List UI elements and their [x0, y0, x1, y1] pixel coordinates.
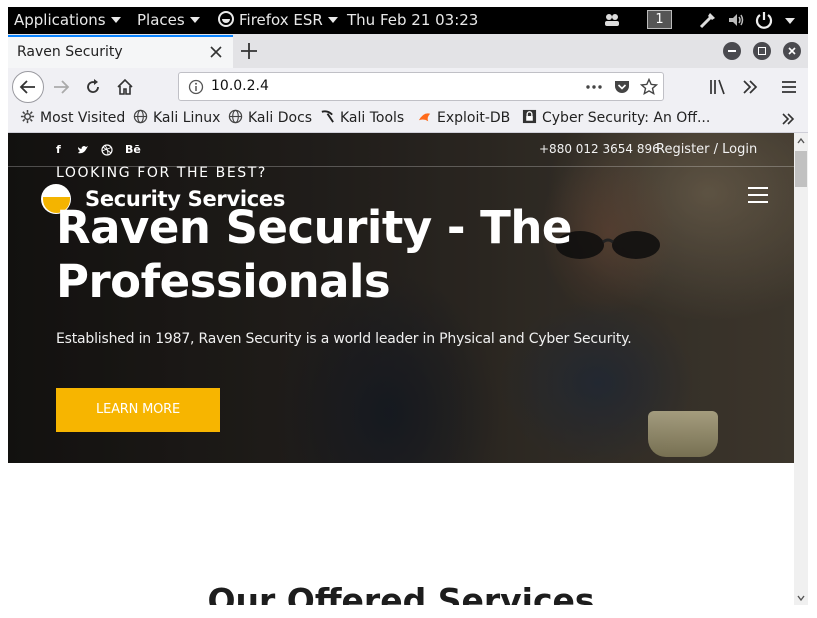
hero-kicker: LOOKING FOR THE BEST? — [56, 165, 267, 181]
browser-chrome: Raven Security 10.0.2.4 Most Visited Kal… — [8, 34, 808, 133]
network-icon[interactable] — [698, 10, 718, 30]
bookmark-label: Kali Linux — [153, 110, 221, 126]
back-icon — [19, 80, 35, 94]
bookmark-kali-linux[interactable]: Kali Linux — [133, 109, 221, 126]
lock-icon — [522, 109, 537, 123]
services-section-title: Our Offered Services — [207, 581, 595, 605]
system-top-bar: Applications Places Firefox ESR Thu Feb … — [0, 0, 817, 34]
hero-headline-line1: Raven Security - The — [56, 201, 572, 254]
register-login-link[interactable]: Register / Login — [656, 142, 757, 157]
chevron-down-icon[interactable] — [785, 18, 795, 24]
globe-icon — [133, 109, 148, 123]
power-icon[interactable] — [754, 10, 774, 30]
hamburger-menu-icon[interactable] — [748, 187, 768, 203]
workspace-indicator[interactable]: 1 — [647, 10, 672, 29]
hero-headline-line2: Professionals — [56, 255, 391, 308]
bookmark-label: Cyber Security: An Off... — [542, 110, 711, 126]
bookmark-cyber-security[interactable]: Cyber Security: An Off... — [522, 109, 711, 126]
places-label: Places — [137, 11, 185, 29]
bookmark-kali-docs[interactable]: Kali Docs — [228, 109, 313, 126]
tab-raven-security[interactable]: Raven Security — [8, 35, 233, 68]
behance-icon[interactable]: Bē — [125, 143, 141, 156]
home-icon[interactable] — [115, 77, 135, 97]
menu-icon[interactable] — [779, 77, 799, 97]
system-top-bar-inner: Applications Places Firefox ESR Thu Feb … — [8, 7, 808, 34]
chevron-down-icon — [189, 16, 200, 23]
bookmark-most-visited[interactable]: Most Visited — [20, 109, 126, 126]
url-text: 10.0.2.4 — [211, 78, 269, 94]
bookmark-kali-tools[interactable]: Kali Tools — [320, 109, 405, 126]
bookmarks-toolbar: Most Visited Kali Linux Kali Docs Kali T… — [8, 106, 808, 133]
nav-bar: 10.0.2.4 — [8, 68, 808, 106]
close-window-icon[interactable] — [783, 42, 801, 60]
scrollbar-thumb[interactable] — [795, 151, 807, 187]
bookmarks-overflow-icon[interactable] — [780, 111, 796, 127]
maximize-icon[interactable] — [753, 42, 771, 60]
scroll-down-icon[interactable] — [797, 594, 805, 602]
dribbble-icon[interactable] — [101, 144, 113, 156]
tab-title: Raven Security — [17, 44, 123, 60]
minimize-icon[interactable] — [723, 42, 741, 60]
bookmark-label: Exploit-DB — [437, 110, 511, 126]
page-scrollbar[interactable] — [794, 133, 808, 605]
bookmark-label: Most Visited — [40, 110, 126, 126]
more-icon[interactable] — [585, 78, 603, 96]
star-icon[interactable] — [640, 78, 658, 96]
exploit-icon — [418, 112, 431, 121]
site-top-strip: f Bē +880 012 3654 896 Register / Login — [8, 133, 794, 167]
facebook-icon[interactable]: f — [56, 143, 61, 156]
hero-subtext: Established in 1987, Raven Security is a… — [56, 331, 632, 347]
bookmark-label: Kali Docs — [248, 110, 313, 126]
places-menu[interactable]: Places — [137, 11, 200, 29]
firefox-menu[interactable]: Firefox ESR — [218, 10, 338, 29]
twitter-icon[interactable] — [77, 144, 89, 156]
info-icon[interactable] — [188, 79, 204, 95]
firefox-icon — [218, 10, 234, 27]
people-icon[interactable] — [602, 10, 622, 30]
url-bar[interactable]: 10.0.2.4 — [178, 72, 664, 101]
library-icon[interactable] — [708, 77, 728, 97]
gear-icon — [20, 109, 35, 123]
pick-icon — [321, 109, 334, 123]
bookmark-label: Kali Tools — [340, 110, 405, 126]
close-icon[interactable] — [206, 42, 226, 62]
hero-photo-badge — [648, 411, 718, 457]
forward-icon[interactable] — [51, 77, 71, 97]
globe-icon — [228, 109, 243, 123]
applications-label: Applications — [14, 11, 106, 29]
page-viewport: f Bē +880 012 3654 896 Register / Login … — [8, 133, 794, 605]
firefox-label: Firefox ESR — [239, 11, 323, 29]
hero-section: f Bē +880 012 3654 896 Register / Login … — [8, 133, 794, 463]
bookmark-exploit-db[interactable]: Exploit-DB — [417, 110, 510, 126]
learn-more-button[interactable]: LEARN MORE — [56, 388, 220, 432]
reload-icon[interactable] — [83, 77, 103, 97]
scroll-up-icon[interactable] — [797, 137, 805, 145]
contact-phone: +880 012 3654 896 — [539, 142, 660, 156]
hero-headline: Raven Security - The Professionals — [56, 201, 616, 309]
window-bottom-edge — [0, 605, 817, 618]
plus-icon[interactable] — [238, 40, 260, 62]
pocket-icon[interactable] — [613, 78, 631, 96]
tab-bar: Raven Security — [8, 34, 808, 68]
chevron-down-icon — [327, 16, 338, 23]
back-button[interactable] — [12, 71, 44, 103]
volume-icon[interactable] — [726, 10, 746, 30]
chevron-down-icon — [110, 16, 121, 23]
overflow-icon[interactable] — [740, 77, 760, 97]
clock[interactable]: Thu Feb 21 03:23 — [347, 11, 478, 29]
applications-menu[interactable]: Applications — [14, 11, 121, 29]
